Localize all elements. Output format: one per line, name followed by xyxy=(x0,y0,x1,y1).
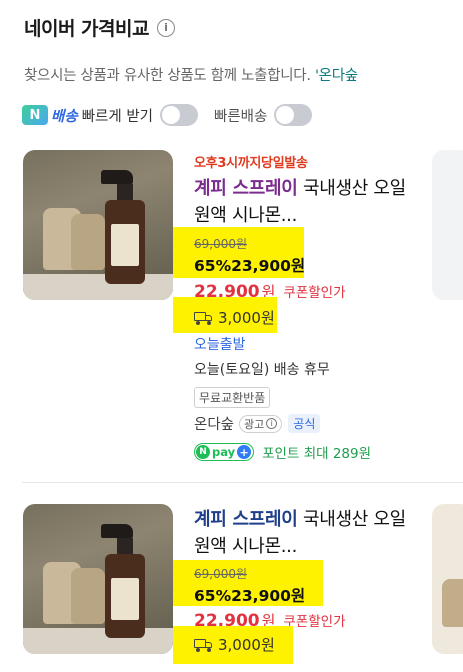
product-image[interactable] xyxy=(23,150,173,300)
ad-badge[interactable]: 광고 i xyxy=(239,414,283,433)
next-product-peek[interactable] xyxy=(432,504,463,654)
divider xyxy=(22,482,463,483)
price: 23,900원 xyxy=(231,587,306,605)
sale-price: 65%23,900원 xyxy=(194,254,305,276)
shipping-fee: 3,000원 xyxy=(194,307,275,328)
today-dispatch-label: 오늘출발 xyxy=(194,337,246,353)
original-price: 69,000원 xyxy=(194,237,248,251)
npay-points-line: N pay + 포인트 최대 289원 xyxy=(194,442,371,462)
ad-info-icon: i xyxy=(266,418,278,429)
seller-line: 온다숲 광고 i 공식 xyxy=(194,413,321,434)
title-keyword: 계피 스프레이 xyxy=(194,178,298,199)
notice-text: 찾으시는 상품과 유사한 상품도 함께 노출합니다. xyxy=(24,68,315,84)
discount-rate: 65% xyxy=(194,257,232,275)
product-title[interactable]: 계피 스프레이 국내생산 오일 원액 시나몬... xyxy=(194,506,409,560)
product-title[interactable]: 계피 스프레이 국내생산 오일 원액 시나몬... xyxy=(194,175,409,229)
fast-receive-toggle[interactable] xyxy=(160,104,198,126)
notice-highlight: '온다숲 xyxy=(314,68,358,84)
fast-delivery-toggle[interactable] xyxy=(274,104,313,126)
fast-receive-label: 빠르게 받기 xyxy=(81,108,153,125)
shipping-fee-value: 3,000원 xyxy=(218,636,275,654)
official-badge: 공식 xyxy=(288,414,321,433)
free-return-badge: 무료교환반품 xyxy=(194,387,271,408)
shipping-fee-value: 3,000원 xyxy=(218,309,275,327)
truck-icon xyxy=(194,638,214,652)
similar-products-notice: 찾으시는 상품과 유사한 상품도 함께 노출합니다. '온다숲 xyxy=(24,64,358,85)
title-keyword: 계피 스프레이 xyxy=(194,509,298,530)
info-icon[interactable]: i xyxy=(156,18,175,37)
coupon-discount-label: 쿠폰할인가 xyxy=(283,285,346,301)
section-title: 네이버 가격비교 xyxy=(24,18,149,40)
n-delivery-icon: N xyxy=(22,105,48,125)
price: 23,900원 xyxy=(231,257,306,275)
product-image[interactable] xyxy=(23,504,173,654)
npay-plus-icon: N pay + xyxy=(194,443,255,461)
same-day-shipping-tag: 오후3시까지당일발송 xyxy=(194,156,308,171)
filter-bar: N 배송 빠르게 받기 빠른배송 xyxy=(22,104,313,126)
discount-rate: 65% xyxy=(194,587,232,605)
original-price: 69,000원 xyxy=(194,567,248,581)
fast-delivery-label: 빠른배송 xyxy=(214,108,268,125)
npay-points: 포인트 최대 289원 xyxy=(262,446,372,462)
delivery-brand-label: 배송 xyxy=(51,108,78,125)
delivery-holiday-notice: 오늘(토요일) 배송 휴무 xyxy=(194,362,330,378)
section-header: 네이버 가격비교 i xyxy=(24,14,175,41)
next-product-peek[interactable] xyxy=(432,150,463,300)
seller-name[interactable]: 온다숲 xyxy=(194,413,234,434)
sale-price: 65%23,900원 xyxy=(194,584,305,606)
shipping-fee: 3,000원 xyxy=(194,634,275,655)
truck-icon xyxy=(194,311,214,325)
